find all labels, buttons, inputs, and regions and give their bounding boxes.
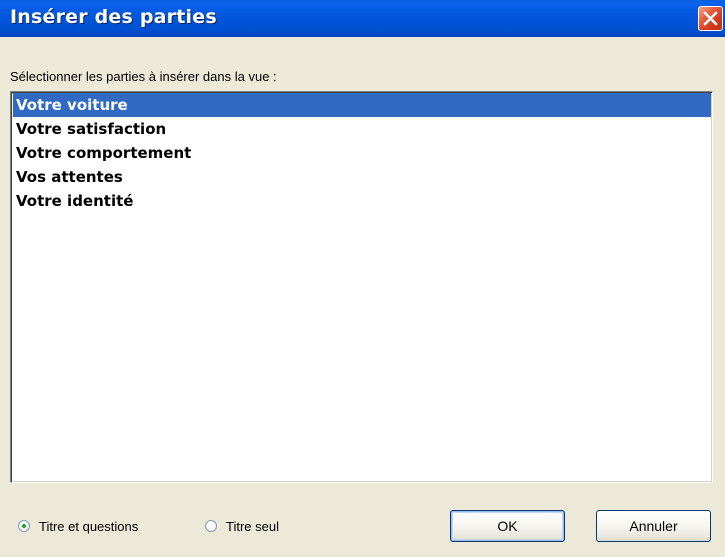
- list-item-label: Votre voiture: [16, 96, 128, 114]
- list-item[interactable]: Votre comportement: [13, 141, 711, 165]
- window-title: Insérer des parties: [10, 6, 217, 28]
- list-item[interactable]: Votre satisfaction: [13, 117, 711, 141]
- list-item[interactable]: Votre voiture: [13, 93, 711, 117]
- title-bar[interactable]: Insérer des parties: [0, 0, 725, 37]
- list-item[interactable]: Votre identité: [13, 189, 711, 213]
- radio-title-only[interactable]: Titre seul: [205, 515, 279, 537]
- cancel-button[interactable]: Annuler: [596, 510, 711, 542]
- ok-button-label: OK: [497, 518, 518, 534]
- radio-button-checked[interactable]: [18, 520, 30, 532]
- list-item-label: Votre satisfaction: [16, 120, 167, 138]
- list-item-label: Votre identité: [16, 192, 134, 210]
- list-item-label: Votre comportement: [16, 144, 192, 162]
- parts-listbox[interactable]: Votre voiture Votre satisfaction Votre c…: [10, 91, 713, 483]
- parts-prompt-label: Sélectionner les parties à insérer dans …: [10, 69, 277, 84]
- radio-title-only-label: Titre seul: [226, 518, 279, 534]
- radio-title-and-questions[interactable]: Titre et questions: [18, 515, 138, 537]
- ok-button[interactable]: OK: [450, 510, 565, 542]
- list-item-label: Vos attentes: [16, 168, 123, 186]
- radio-title-and-questions-label: Titre et questions: [39, 518, 139, 534]
- close-button[interactable]: [698, 6, 723, 31]
- list-item[interactable]: Vos attentes: [13, 165, 711, 189]
- cancel-button-label: Annuler: [629, 518, 678, 534]
- radio-button-unchecked[interactable]: [205, 520, 217, 532]
- radio-dot-icon: [22, 524, 26, 528]
- close-icon: [703, 11, 718, 26]
